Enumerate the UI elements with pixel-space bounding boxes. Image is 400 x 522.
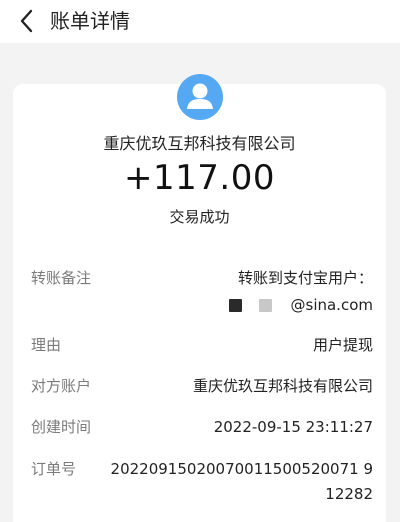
merchant-avatar [177,74,223,120]
order-number-label: 订单号 [31,460,77,478]
bill-detail-card: 重庆优玖互邦科技有限公司 +117.00 交易成功 转账备注 转账到支付宝用户：… [13,74,386,522]
counterparty-account-value: 重庆优玖互邦科技有限公司 [192,377,373,395]
remark-label: 转账备注 [31,269,92,287]
chevron-left-icon [20,9,33,33]
back-button[interactable] [14,8,40,34]
created-time-value: 2022-09-15 23:11:27 [213,418,373,436]
merchant-name: 重庆优玖互邦科技有限公司 [103,134,296,153]
created-time-label: 创建时间 [31,418,92,436]
page-title: 账单详情 [50,9,130,33]
order-number-line1: 20220915020070011500520071 9 [110,460,373,478]
remark-value-line2: @sina.com [290,296,374,314]
transaction-status: 交易成功 [169,208,230,226]
transaction-amount: +117.00 [124,158,275,198]
reason-label: 理由 [31,336,62,354]
reason-value: 用户提现 [312,336,373,354]
masked-account-block [259,299,272,312]
bill-detail-page: 账单详情 重庆优玖互邦科技有限公司 +117.00 交易成功 转账备注 转账到支… [0,0,400,522]
counterparty-account-label: 对方账户 [31,377,92,395]
top-navigation-bar: 账单详情 [0,0,400,43]
order-number-line2: 12282 [325,485,373,503]
masked-account-block [229,299,242,312]
remark-value-line1: 转账到支付宝用户： [237,269,373,287]
user-avatar-icon [187,83,213,109]
